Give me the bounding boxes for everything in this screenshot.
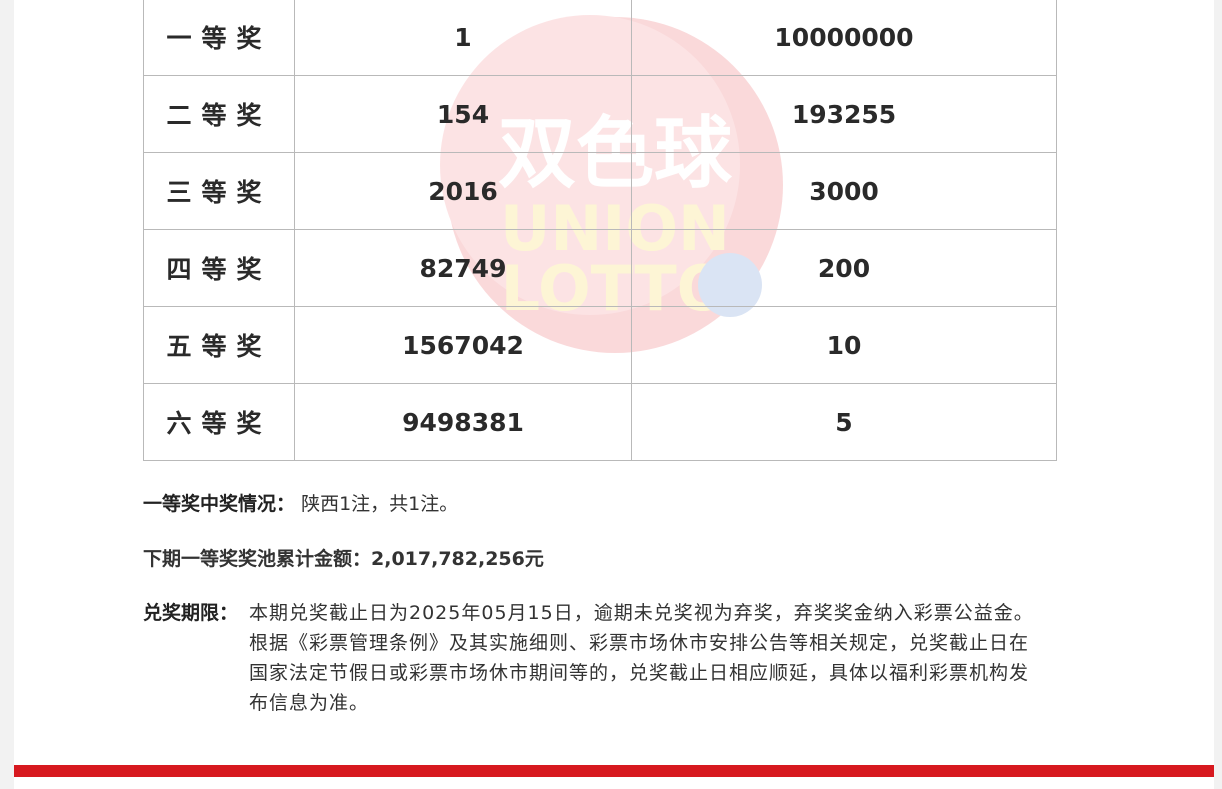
footer-accent-bar [14, 765, 1214, 777]
first-prize-value: 陕西1注，共1注。 [301, 493, 459, 515]
jackpot-pool-info: 下期一等奖奖池累计金额：2,017,782,256元 [143, 544, 544, 571]
winner-count: 82749 [294, 229, 632, 307]
prize-amount: 10 [631, 306, 1057, 384]
prize-amount: 10000000 [631, 0, 1057, 76]
redeem-period-text: 本期兑奖截止日为2025年05月15日，逾期未兑奖视为弃奖，弃奖奖金纳入彩票公益… [249, 602, 1034, 714]
prize-level: 二等奖 [143, 75, 295, 153]
prize-amount: 193255 [631, 75, 1057, 153]
winner-count: 9498381 [294, 383, 632, 461]
redeem-period-label: 兑奖期限： [143, 602, 239, 624]
first-prize-info: 一等奖中奖情况： 陕西1注，共1注。 [143, 489, 458, 516]
table-row: 二等奖 154 193255 [143, 75, 1057, 153]
table-row: 六等奖 9498381 5 [143, 383, 1057, 461]
prize-amount: 5 [631, 383, 1057, 461]
prize-level: 六等奖 [143, 383, 295, 461]
winner-count: 154 [294, 75, 632, 153]
winner-count: 1 [294, 0, 632, 76]
prize-level: 三等奖 [143, 152, 295, 230]
jackpot-pool-label: 下期一等奖奖池累计金额： [143, 548, 372, 570]
table-row: 五等奖 1567042 10 [143, 306, 1057, 384]
prize-amount: 3000 [631, 152, 1057, 230]
winner-count: 2016 [294, 152, 632, 230]
winner-count: 1567042 [294, 306, 632, 384]
prize-level: 五等奖 [143, 306, 295, 384]
first-prize-label: 一等奖中奖情况： [143, 493, 296, 515]
table-row: 三等奖 2016 3000 [143, 152, 1057, 230]
table-row: 一等奖 1 10000000 [143, 0, 1057, 76]
prize-level: 一等奖 [143, 0, 295, 76]
prize-amount: 200 [631, 229, 1057, 307]
jackpot-pool-value: 2,017,782,256元 [371, 548, 544, 570]
prize-level: 四等奖 [143, 229, 295, 307]
table-row: 四等奖 82749 200 [143, 229, 1057, 307]
prize-table: 一等奖 1 10000000 二等奖 154 193255 三等奖 2016 3… [143, 0, 1057, 461]
